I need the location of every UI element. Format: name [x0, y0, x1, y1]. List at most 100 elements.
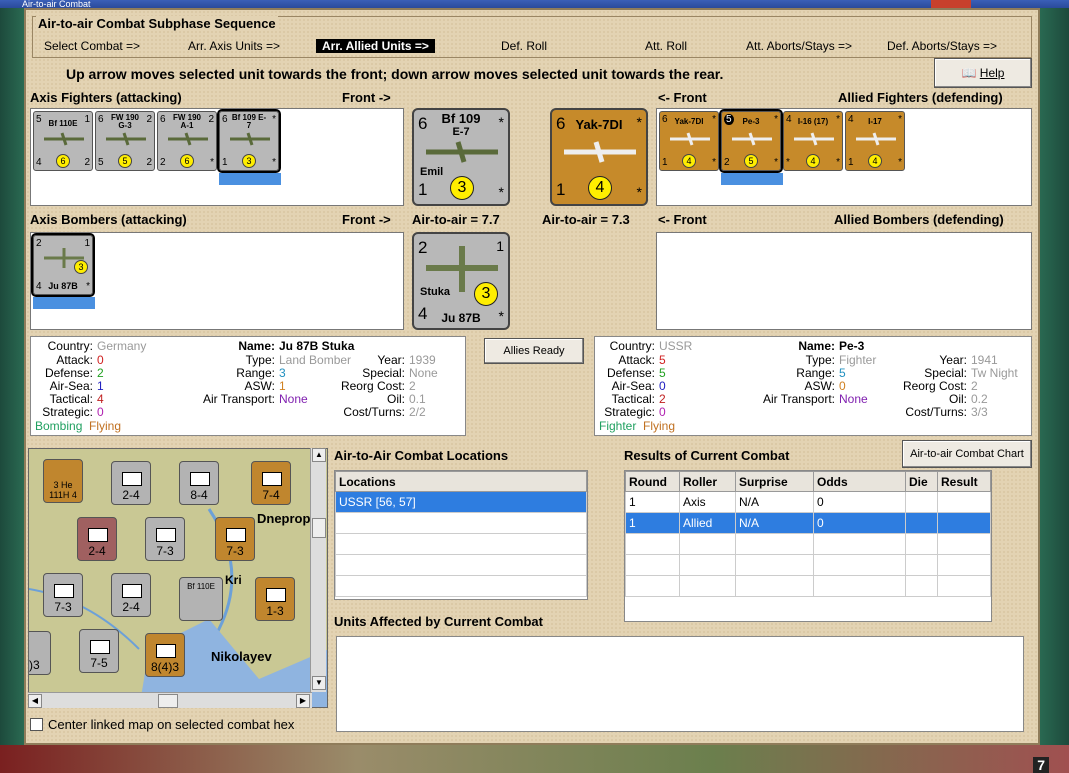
hex-label: 7-3 — [54, 600, 72, 614]
scroll-up-arrow[interactable]: ▲ — [312, 448, 326, 462]
cell-roller: Axis — [679, 491, 736, 513]
chip-bl: 1 — [222, 157, 228, 168]
location-row[interactable] — [335, 533, 587, 555]
axis-bombers-box[interactable]: 2 1 Ju 87B 4 3 * — [30, 232, 404, 330]
units-affected-box[interactable] — [336, 636, 1024, 732]
info-key: Range: — [796, 366, 835, 380]
axis-fighter-chip[interactable]: 6 FW 190 G-3 2 5 5 2 — [95, 111, 155, 171]
cell-die — [905, 491, 938, 513]
result-row[interactable] — [625, 533, 991, 555]
axis-fighter-chip[interactable]: 6 FW 190 A-1 2 2 6 * — [157, 111, 217, 171]
selection-bar — [721, 173, 783, 185]
scroll-thumb[interactable] — [312, 518, 326, 538]
map-unit[interactable]: 8-4 — [179, 461, 219, 505]
map-unit[interactable]: 7-3 — [145, 517, 185, 561]
selected-axis-bomber-counter[interactable]: 2 1 Stuka 3 4 Ju 87B * — [412, 232, 510, 330]
allied-fighter-chip[interactable]: 4 I-16 (17) * * 4 * — [783, 111, 843, 171]
info-asw: 1 — [279, 379, 286, 393]
info-name: Pe-3 — [839, 339, 865, 353]
info-key: Defense: — [606, 366, 655, 380]
info-strategic: 0 — [659, 405, 666, 419]
axis-bomber-chip-selected[interactable]: 2 1 Ju 87B 4 3 * — [31, 233, 95, 297]
result-row[interactable] — [625, 575, 991, 597]
axis-fighter-chip-selected[interactable]: 6 Bf 109 E-7 * 1 3 * — [217, 109, 281, 173]
map-unit[interactable]: 2-4 — [77, 517, 117, 561]
chip-bl: 4 — [36, 281, 42, 292]
map-unit[interactable]: 2-4 — [111, 461, 151, 505]
info-air-transport: None — [279, 392, 308, 406]
selected-allied-fighter-counter[interactable]: 6 Yak-7DI * 1 4 * — [550, 108, 648, 206]
linked-map[interactable]: 3 He 111H 4 2-4 8-4 7-4 Dnepropet 2-4 7-… — [28, 448, 328, 708]
seq-step-def-roll: Def. Roll — [501, 39, 548, 53]
axis-fighters-box[interactable]: 5 Bf 110E 1 4 6 2 6 FW 190 G-3 2 5 5 2 6… — [30, 108, 404, 206]
info-defense: 2 — [97, 366, 104, 380]
map-unit-plane[interactable]: Bf 110E — [179, 577, 223, 621]
allied-bombers-box[interactable] — [656, 232, 1032, 330]
help-button[interactable]: 📖 Help — [934, 58, 1032, 88]
location-row[interactable] — [335, 512, 587, 534]
result-row[interactable] — [625, 554, 991, 576]
map-city-label: Nikolayev — [211, 649, 272, 664]
map-unit[interactable]: 7-3 — [43, 573, 83, 617]
results-table[interactable]: Round Roller Surprise Odds Die Result 1 … — [624, 470, 992, 622]
locations-table[interactable]: Locations USSR [56, 57] — [334, 470, 588, 600]
info-key: ASW: — [244, 379, 275, 393]
map-unit[interactable]: 7-4 — [251, 461, 291, 505]
seq-step-att-aborts: Att. Aborts/Stays => — [746, 39, 853, 53]
unit-symbol-icon — [156, 644, 176, 658]
scroll-thumb[interactable] — [158, 694, 178, 708]
info-key: Type: — [805, 353, 835, 367]
result-row[interactable]: 1 Axis N/A 0 — [625, 491, 991, 513]
map-unit[interactable]: 2)3 — [29, 631, 51, 675]
scroll-left-arrow[interactable]: ◀ — [28, 694, 42, 708]
col-odds: Odds — [813, 471, 906, 492]
axis-fighter-chip[interactable]: 5 Bf 110E 1 4 6 2 — [33, 111, 93, 171]
location-row[interactable]: USSR [56, 57] — [335, 491, 587, 513]
result-row-selected[interactable]: 1 Allied N/A 0 — [625, 512, 991, 534]
chip-circle: 4 — [868, 154, 882, 168]
cell-result — [937, 491, 991, 513]
info-range: 3 — [279, 366, 286, 380]
location-row[interactable] — [335, 575, 587, 597]
info-cost: 3/3 — [971, 405, 988, 419]
hex-label: 7-4 — [262, 488, 280, 502]
locations-header: Locations — [335, 471, 587, 492]
hex-label: 2)3 — [29, 658, 40, 672]
map-unit[interactable]: 1-3 — [255, 577, 295, 621]
hex-label: 1-3 — [266, 604, 284, 618]
cell-odds: 0 — [813, 512, 906, 534]
map-horizontal-scrollbar[interactable]: ◀ ▶ — [28, 692, 312, 708]
chip-name: Bf 109 E-7 — [231, 113, 267, 130]
allies-ready-button[interactable]: Allies Ready — [484, 338, 584, 364]
instruction-text: Up arrow moves selected unit towards the… — [66, 66, 724, 82]
results-title: Results of Current Combat — [624, 448, 790, 463]
center-map-checkbox[interactable] — [30, 718, 43, 731]
info-key: Attack: — [618, 353, 655, 367]
allied-fighter-chip[interactable]: 4 I-17 * 1 4 * — [845, 111, 905, 171]
unit-symbol-icon — [262, 472, 282, 486]
center-map-label: Center linked map on selected combat hex — [48, 717, 295, 732]
info-key: Tactical: — [49, 392, 93, 406]
combat-chart-button[interactable]: Air-to-air Combat Chart — [902, 440, 1032, 468]
selected-axis-fighter-counter[interactable]: 6 Bf 109 E-7 * Emil 1 3 * — [412, 108, 510, 206]
chip-name: FW 190 G-3 — [110, 113, 139, 130]
hex-label: 2-4 — [88, 544, 106, 558]
cell-result — [937, 512, 991, 534]
map-unit[interactable]: 7-5 — [79, 629, 119, 673]
unit-symbol-icon — [90, 640, 110, 654]
chip-bl: 4 — [36, 157, 42, 168]
col-roller: Roller — [679, 471, 736, 492]
allied-fighters-box[interactable]: 6 Yak-7DI * 1 4 * 5 Pe-3 * 2 5 * 4 I-16 … — [656, 108, 1032, 206]
map-unit[interactable]: 7-3 — [215, 517, 255, 561]
map-unit[interactable]: 2-4 — [111, 573, 151, 617]
scroll-right-arrow[interactable]: ▶ — [296, 694, 310, 708]
allied-fighter-chip-selected[interactable]: 5 Pe-3 * 2 5 * — [719, 109, 783, 173]
info-key: Year: — [939, 353, 967, 367]
map-unit[interactable]: 8(4)3 — [145, 633, 185, 677]
allied-fighter-chip[interactable]: 6 Yak-7DI * 1 4 * — [659, 111, 719, 171]
scroll-down-arrow[interactable]: ▼ — [312, 676, 326, 690]
map-unit-plane[interactable]: 3 He 111H 4 — [43, 459, 83, 503]
location-row[interactable] — [335, 554, 587, 576]
hex-label: Bf 110E — [187, 582, 215, 591]
map-vertical-scrollbar[interactable]: ▲ ▼ — [310, 448, 326, 692]
